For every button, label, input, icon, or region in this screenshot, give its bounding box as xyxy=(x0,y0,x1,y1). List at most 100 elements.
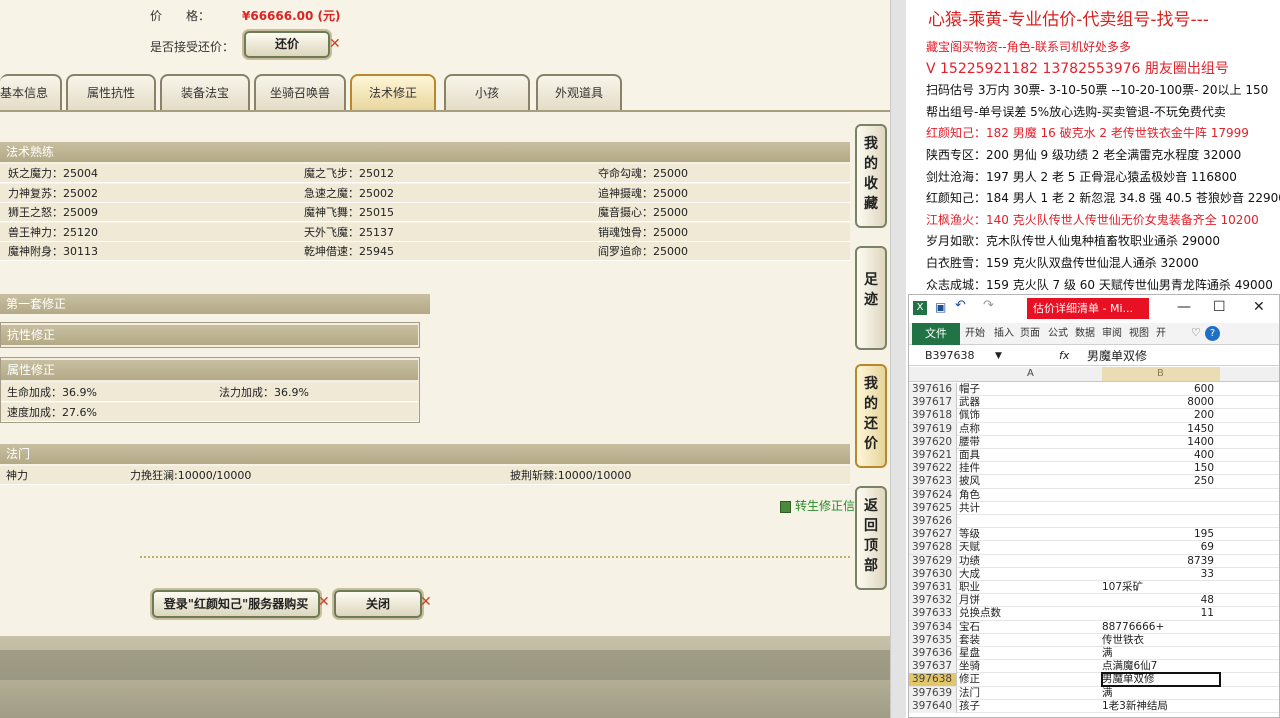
row-number[interactable]: 397624 xyxy=(909,488,957,502)
cell-a[interactable]: 点称 xyxy=(959,423,1101,436)
cell-a[interactable]: 修正 xyxy=(959,673,1101,686)
sheet-row[interactable]: 397618 佩饰 200 xyxy=(909,409,1279,423)
cell-b[interactable]: 满 xyxy=(1102,687,1220,700)
cell-a[interactable]: 兑换点数 xyxy=(959,607,1101,620)
sheet-row[interactable]: 397616 帽子 600 xyxy=(909,383,1279,397)
side-history-button[interactable]: 足迹 xyxy=(855,246,887,350)
cell-b[interactable]: 点满魔6仙7 xyxy=(1102,660,1220,673)
cell-b[interactable]: 69 xyxy=(1102,541,1220,554)
cell-a[interactable]: 共计 xyxy=(959,502,1101,515)
cell-b[interactable]: 200 xyxy=(1102,409,1220,422)
sheet-row[interactable]: 397640 孩子 1老3新神结局 xyxy=(909,699,1279,713)
sheet-row[interactable]: 397622 挂件 150 xyxy=(909,462,1279,476)
sheet-row[interactable]: 397630 大成 33 xyxy=(909,567,1279,581)
ribbon-file-tab[interactable]: 文件 xyxy=(912,323,960,345)
cell-a[interactable]: 职业 xyxy=(959,581,1101,594)
cell-b[interactable]: 男魔单双修 xyxy=(1101,672,1221,688)
tab-0[interactable]: 基本信息 xyxy=(0,74,62,110)
sheet-row[interactable]: 397621 面具 400 xyxy=(909,449,1279,463)
cell-b[interactable]: 1450 xyxy=(1102,423,1220,436)
row-number[interactable]: 397631 xyxy=(909,581,957,594)
row-number[interactable]: 397637 xyxy=(909,660,957,674)
cell-b[interactable]: 8000 xyxy=(1102,396,1220,409)
sheet-row[interactable]: 397632 月饼 48 xyxy=(909,594,1279,608)
sheet-row[interactable]: 397625 共计 xyxy=(909,501,1279,515)
sheet-row[interactable]: 397624 角色 xyxy=(909,488,1279,502)
cell-a[interactable]: 天赋 xyxy=(959,541,1101,554)
minimize-icon[interactable]: — xyxy=(1177,299,1191,315)
tab-2[interactable]: 装备法宝 xyxy=(160,74,250,110)
row-number[interactable]: 397638 xyxy=(909,673,957,687)
ribbon-tab-1[interactable]: 插入 xyxy=(994,323,1014,345)
sheet-row[interactable]: 397617 武器 8000 xyxy=(909,396,1279,410)
cell-b[interactable]: 195 xyxy=(1102,528,1220,541)
cell-a[interactable]: 武器 xyxy=(959,396,1101,409)
cell-b[interactable]: 150 xyxy=(1102,462,1220,475)
cell-a[interactable]: 大成 xyxy=(959,568,1101,581)
tab-1[interactable]: 属性抗性 xyxy=(66,74,156,110)
ribbon-tab-2[interactable]: 页面 xyxy=(1020,323,1040,345)
row-number[interactable]: 397623 xyxy=(909,475,957,489)
sheet-row[interactable]: 397635 套装 传世铁衣 xyxy=(909,633,1279,647)
cell-a[interactable]: 披风 xyxy=(959,475,1101,488)
sheet-row[interactable]: 397639 法门满 xyxy=(909,686,1279,700)
name-box-dropdown-icon[interactable]: ▼ xyxy=(995,346,1002,366)
row-number[interactable]: 397619 xyxy=(909,422,957,436)
row-number[interactable]: 397622 xyxy=(909,462,957,476)
row-number[interactable]: 397639 xyxy=(909,686,957,700)
cell-b[interactable]: 11 xyxy=(1102,607,1220,620)
cell-a[interactable]: 挂件 xyxy=(959,462,1101,475)
row-number[interactable]: 397617 xyxy=(909,396,957,410)
fx-icon[interactable]: fx xyxy=(1059,346,1069,366)
tab-3[interactable]: 坐骑召唤兽 xyxy=(254,74,346,110)
row-number[interactable]: 397627 xyxy=(909,528,957,542)
bargain-button[interactable]: 还价 xyxy=(244,31,330,58)
login-server-buy-button[interactable]: 登录"红颜知己"服务器购买 xyxy=(152,590,320,618)
bargain-close-icon[interactable]: ✕ xyxy=(329,36,341,52)
row-number[interactable]: 397629 xyxy=(909,554,957,568)
sheet-row[interactable]: 397628 天赋 69 xyxy=(909,541,1279,555)
row-number[interactable]: 397618 xyxy=(909,409,957,423)
redo-icon[interactable]: ↷ xyxy=(983,298,994,313)
ribbon-tab-4[interactable]: 数据 xyxy=(1075,323,1095,345)
tab-5[interactable]: 小孩 xyxy=(444,74,530,110)
row-number[interactable]: 397633 xyxy=(909,607,957,621)
sheet-row[interactable]: 397620 腰带 1400 xyxy=(909,435,1279,449)
sheet-row[interactable]: 397631 职业 107采矿 xyxy=(909,581,1279,595)
maximize-icon[interactable]: ☐ xyxy=(1213,299,1226,315)
cell-a[interactable]: 面具 xyxy=(959,449,1101,462)
sheet-row[interactable]: 397627 等级 195 xyxy=(909,528,1279,542)
cell-b[interactable]: 33 xyxy=(1102,568,1220,581)
cell-b[interactable]: 88776666+ xyxy=(1102,621,1220,634)
cell-a[interactable]: 宝石 xyxy=(959,621,1101,634)
name-box[interactable]: B397638 xyxy=(925,346,975,366)
row-number[interactable]: 397635 xyxy=(909,633,957,647)
close-window-icon[interactable]: ✕ xyxy=(1253,299,1265,315)
reincarnation-link[interactable]: 转生修正信 xyxy=(780,497,855,514)
ribbon-collapse-icon[interactable]: ♡ xyxy=(1191,326,1201,339)
row-number[interactable]: 397634 xyxy=(909,620,957,634)
row-number[interactable]: 397626 xyxy=(909,515,957,528)
sheet-row[interactable]: 397637 坐骑 点满魔6仙7 xyxy=(909,660,1279,674)
cell-a[interactable]: 星盘 xyxy=(959,647,1101,660)
row-number[interactable]: 397632 xyxy=(909,594,957,608)
row-number[interactable]: 397636 xyxy=(909,647,957,660)
undo-icon[interactable]: ↶ xyxy=(955,298,966,313)
cell-b[interactable]: 8739 xyxy=(1102,555,1220,568)
sheet-row[interactable]: 397619 点称 1450 xyxy=(909,422,1279,436)
cell-a[interactable]: 套装 xyxy=(959,634,1101,647)
cell-b[interactable]: 传世铁衣 xyxy=(1102,634,1220,647)
sheet-row[interactable]: 397636 星盘满 xyxy=(909,647,1279,661)
cell-b[interactable]: 250 xyxy=(1102,475,1220,488)
ribbon-tab-5[interactable]: 审阅 xyxy=(1102,323,1122,345)
row-number[interactable]: 397625 xyxy=(909,501,957,515)
row-number[interactable]: 397640 xyxy=(909,699,957,713)
sheet-row[interactable]: 397634 宝石 88776666+ xyxy=(909,620,1279,634)
side-back-to-top-button[interactable]: 返回顶部 xyxy=(855,486,887,590)
cell-b[interactable]: 600 xyxy=(1102,383,1220,396)
cell-a[interactable]: 腰带 xyxy=(959,436,1101,449)
sheet-row[interactable]: 397633 兑换点数 11 xyxy=(909,607,1279,621)
cell-a[interactable]: 月饼 xyxy=(959,594,1101,607)
tab-4[interactable]: 法术修正 xyxy=(350,74,436,110)
row-number[interactable]: 397628 xyxy=(909,541,957,555)
